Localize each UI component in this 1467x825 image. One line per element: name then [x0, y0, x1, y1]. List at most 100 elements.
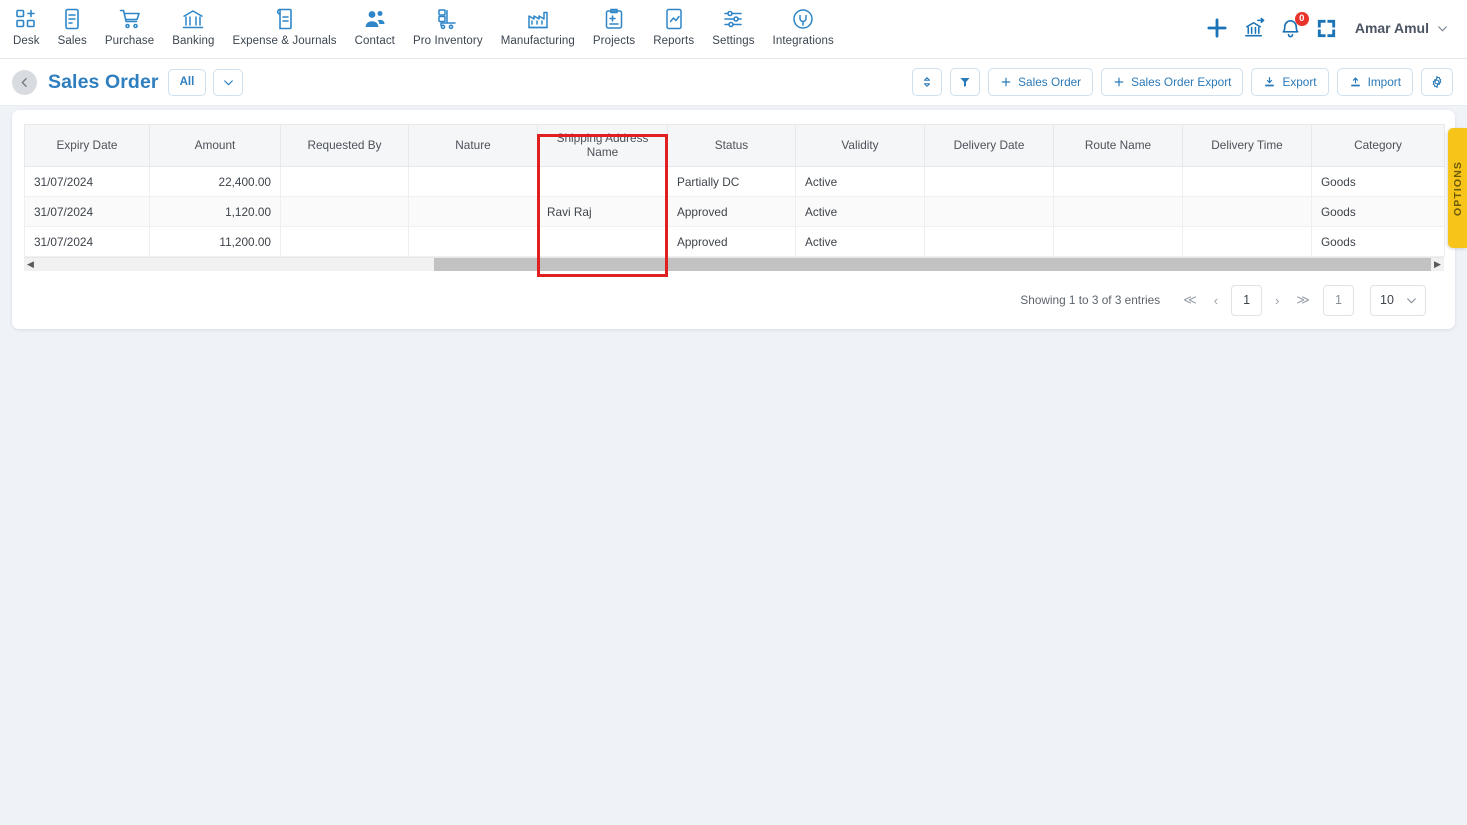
- nav-item-settings[interactable]: Settings: [703, 0, 763, 47]
- column-header-status[interactable]: Status: [667, 124, 796, 167]
- nav-item-banking[interactable]: Banking: [163, 0, 223, 47]
- nav-label: Projects: [592, 35, 636, 47]
- nav-item-desk[interactable]: Desk: [4, 0, 49, 47]
- cell-shipping-address-name: [537, 226, 668, 257]
- top-navigation-bar: Desk Sales Purchase Banking Expense & Jo…: [0, 0, 1467, 59]
- export-button[interactable]: Export: [1251, 68, 1329, 96]
- import-button[interactable]: Import: [1336, 68, 1413, 96]
- cell-category: Goods: [1311, 226, 1445, 257]
- column-header-nature[interactable]: Nature: [408, 124, 538, 167]
- view-filter-dropdown-button[interactable]: [213, 68, 244, 96]
- column-header-validity[interactable]: Validity: [795, 124, 925, 167]
- nav-item-expense-journals[interactable]: Expense & Journals: [224, 0, 346, 47]
- scroll-right-arrow-icon[interactable]: ▶: [1431, 258, 1444, 271]
- chevron-right-icon[interactable]: ›: [1271, 293, 1283, 308]
- reports-chart-icon: [662, 7, 686, 31]
- chevron-left-icon[interactable]: ‹: [1210, 293, 1222, 308]
- expense-journal-icon: [273, 7, 297, 31]
- nav-item-purchase[interactable]: Purchase: [96, 0, 163, 47]
- nav-item-integrations[interactable]: Integrations: [764, 0, 843, 47]
- desk-grid-plus-icon: [14, 7, 38, 31]
- nav-label: Integrations: [772, 35, 834, 47]
- import-label: Import: [1367, 75, 1401, 89]
- chevron-down-icon: [1436, 22, 1449, 35]
- page-number-button[interactable]: 1: [1231, 284, 1263, 316]
- back-button[interactable]: [12, 69, 37, 95]
- table-header: Expiry Date Amount Requested By Nature S…: [24, 124, 1445, 167]
- apps-grid-icon[interactable]: [1315, 17, 1338, 40]
- cell-delivery-time: [1182, 196, 1312, 227]
- settings-sliders-icon: [721, 7, 745, 31]
- cell-nature: [408, 226, 538, 257]
- cell-validity: Active: [795, 196, 925, 227]
- nav-label: Settings: [712, 35, 755, 47]
- column-header-delivery-time[interactable]: Delivery Time: [1182, 124, 1312, 167]
- cell-delivery-date: [924, 196, 1054, 227]
- sales-order-table-card: Expiry Date Amount Requested By Nature S…: [12, 110, 1455, 329]
- new-sales-order-label: Sales Order: [1018, 75, 1082, 89]
- cell-expiry-date: 31/07/2024: [24, 166, 150, 197]
- new-sales-order-button[interactable]: Sales Order: [988, 68, 1094, 96]
- scrollbar-track[interactable]: [37, 258, 1431, 271]
- nav-item-reports[interactable]: Reports: [644, 0, 703, 47]
- table-row[interactable]: 31/07/2024 1,120.00 Ravi Raj Approved Ac…: [24, 196, 1445, 227]
- scrollbar-thumb[interactable]: [434, 258, 1431, 271]
- view-filter-pill[interactable]: All: [167, 68, 207, 96]
- column-header-amount[interactable]: Amount: [149, 124, 281, 167]
- cell-validity: Active: [795, 166, 925, 197]
- cell-route-name: [1053, 226, 1183, 257]
- table-row[interactable]: 31/07/2024 11,200.00 Approved Active Goo…: [24, 226, 1445, 257]
- double-chevron-right-icon[interactable]: ≫: [1292, 292, 1314, 308]
- new-sales-order-export-button[interactable]: Sales Order Export: [1101, 68, 1244, 96]
- nav-label: Desk: [13, 35, 40, 47]
- cell-nature: [408, 166, 538, 197]
- user-menu[interactable]: Amar Amul: [1355, 20, 1449, 36]
- column-header-route-name[interactable]: Route Name: [1053, 124, 1183, 167]
- options-side-tab[interactable]: OPTIONS: [1448, 128, 1467, 248]
- goto-page-input[interactable]: 1: [1323, 284, 1354, 316]
- nav-item-projects[interactable]: Projects: [584, 0, 644, 47]
- page-toolbar: Sales Order All Sales Order Sales Order …: [0, 59, 1467, 106]
- cell-status: Approved: [667, 226, 796, 257]
- projects-clipboard-icon: [602, 7, 626, 31]
- column-header-shipping-address-name[interactable]: Shipping Address Name: [537, 124, 668, 167]
- double-chevron-left-icon[interactable]: ≪: [1179, 292, 1201, 308]
- nav-label: Contact: [354, 35, 395, 47]
- manufacturing-factory-icon: [526, 7, 550, 31]
- column-header-category[interactable]: Category: [1311, 124, 1445, 167]
- sort-button[interactable]: [912, 68, 943, 96]
- table-row[interactable]: 31/07/2024 22,400.00 Partially DC Active…: [24, 166, 1445, 197]
- column-header-delivery-date[interactable]: Delivery Date: [924, 124, 1054, 167]
- toolbar-actions: Sales Order Sales Order Export Export Im…: [912, 68, 1453, 96]
- nav-item-contact[interactable]: Contact: [346, 0, 404, 47]
- cell-route-name: [1053, 196, 1183, 227]
- page-size-value: 10: [1380, 293, 1394, 307]
- bell-icon[interactable]: 0: [1279, 11, 1309, 40]
- horizontal-scrollbar[interactable]: ◀ ▶: [24, 257, 1444, 271]
- nav-item-pro-inventory[interactable]: Pro Inventory: [404, 0, 492, 47]
- nav-label: Purchase: [104, 35, 155, 47]
- cell-requested-by: [280, 166, 409, 197]
- cell-validity: Active: [795, 226, 925, 257]
- top-nav-right-actions: 0 Amar Amul: [1204, 0, 1467, 56]
- nav-label: Sales: [57, 35, 87, 47]
- pro-inventory-forklift-icon: [436, 7, 460, 31]
- primary-nav-items: Desk Sales Purchase Banking Expense & Jo…: [0, 0, 843, 47]
- bank-transfer-icon[interactable]: [1243, 17, 1266, 40]
- plus-icon[interactable]: [1204, 15, 1230, 41]
- cell-category: Goods: [1311, 196, 1445, 227]
- nav-label: Reports: [653, 35, 695, 47]
- filter-button[interactable]: [950, 68, 981, 96]
- table-header-row: Expiry Date Amount Requested By Nature S…: [24, 124, 1445, 167]
- cell-requested-by: [280, 226, 409, 257]
- scroll-left-arrow-icon[interactable]: ◀: [24, 258, 37, 271]
- nav-item-sales[interactable]: Sales: [49, 0, 96, 47]
- page-size-select[interactable]: 10: [1370, 284, 1426, 316]
- nav-item-manufacturing[interactable]: Manufacturing: [492, 0, 584, 47]
- column-header-expiry-date[interactable]: Expiry Date: [24, 124, 150, 167]
- column-header-requested-by[interactable]: Requested By: [280, 124, 409, 167]
- entries-summary: Showing 1 to 3 of 3 entries: [1020, 293, 1161, 307]
- integrations-plug-icon: [791, 7, 815, 31]
- gear-icon[interactable]: [1421, 68, 1453, 96]
- banking-bank-icon: [181, 7, 205, 31]
